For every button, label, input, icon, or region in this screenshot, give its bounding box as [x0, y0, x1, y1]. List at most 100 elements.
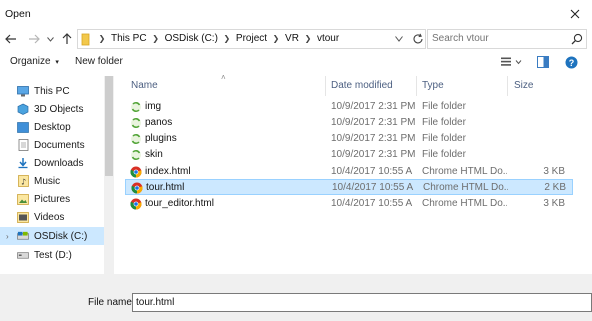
search-button[interactable]: [571, 33, 583, 48]
forward-button[interactable]: [27, 31, 41, 47]
refresh-button[interactable]: [412, 33, 424, 48]
crumb-this-pc[interactable]: This PC: [111, 33, 147, 44]
search-field[interactable]: [427, 29, 587, 49]
file-size: 3 KB: [543, 198, 565, 209]
refresh-icon: [413, 33, 423, 44]
organize-button[interactable]: Organize ▾: [10, 56, 59, 67]
filename-label: File name:: [88, 297, 135, 308]
nav-item-pictures[interactable]: Pictures: [0, 190, 104, 208]
recent-locations-button[interactable]: [43, 31, 57, 47]
column-header-date[interactable]: Date modified: [331, 80, 393, 91]
new-folder-button[interactable]: New folder: [75, 56, 123, 67]
nav-item-music[interactable]: ♪ Music: [0, 172, 104, 190]
nav-item-label: Downloads: [34, 157, 84, 169]
command-bar: Organize ▾ New folder ?: [0, 52, 592, 74]
window-title: Open: [5, 8, 31, 20]
organize-label: Organize: [10, 56, 51, 67]
file-date: 10/9/2017 2:31 PM: [331, 101, 416, 112]
file-row[interactable]: img 10/9/2017 2:31 PM File folder: [125, 99, 573, 115]
file-list: ˄ Name Date modified Type Size img 10/9/…: [116, 73, 592, 274]
column-header-name[interactable]: Name: [131, 80, 158, 91]
nav-item-documents[interactable]: Documents: [0, 136, 104, 154]
nav-item-desktop[interactable]: Desktop: [0, 118, 104, 136]
folder-sync-icon: [131, 117, 141, 129]
nav-item-label: Desktop: [34, 121, 71, 133]
nav-item-this-pc[interactable]: This PC: [0, 82, 104, 100]
nav-item-label: Music: [34, 175, 61, 187]
crumb-separator-icon[interactable]: ❯: [267, 34, 285, 43]
nav-item-label: Pictures: [34, 193, 71, 205]
svg-text:?: ?: [569, 58, 575, 68]
column-header-size[interactable]: Size: [514, 80, 533, 91]
sort-ascending-icon: ˄: [221, 73, 226, 82]
file-size: 2 KB: [544, 182, 566, 193]
filename-panel: File name:: [0, 274, 592, 321]
file-type: File folder: [422, 101, 466, 112]
path-history-button[interactable]: [395, 34, 403, 45]
file-name: tour.html: [146, 182, 185, 193]
file-date: 10/4/2017 10:55 A: [332, 182, 414, 193]
file-date: 10/4/2017 10:55 A: [331, 166, 413, 177]
crumb-vr[interactable]: VR: [285, 33, 299, 44]
nav-item-label: 3D Objects: [34, 103, 84, 115]
preview-pane-button[interactable]: [537, 56, 549, 71]
file-type: Chrome HTML Do...: [423, 182, 508, 193]
arrow-right-icon: [29, 34, 40, 44]
close-button[interactable]: [564, 4, 586, 24]
navigation-pane: This PC 3D Objects Desktop Documents Dow…: [0, 76, 116, 274]
file-row[interactable]: plugins 10/9/2017 2:31 PM File folder: [125, 131, 573, 147]
crumb-project[interactable]: Project: [236, 33, 267, 44]
crumb-separator-icon[interactable]: ❯: [93, 34, 111, 43]
file-row[interactable]: panos 10/9/2017 2:31 PM File folder: [125, 115, 573, 131]
file-row-selected[interactable]: tour.html 10/4/2017 10:55 A Chrome HTML …: [125, 179, 573, 195]
help-button[interactable]: ?: [565, 56, 578, 72]
nav-item-downloads[interactable]: Downloads: [0, 154, 104, 172]
change-view-button[interactable]: [500, 56, 522, 71]
downloads-icon: [17, 157, 29, 169]
navigation-scrollbar[interactable]: [104, 76, 114, 274]
chrome-html-icon: [130, 198, 142, 210]
pc-icon: [17, 85, 29, 97]
column-divider[interactable]: [507, 76, 508, 96]
file-type: File folder: [422, 117, 466, 128]
chevron-down-icon: ▾: [55, 59, 59, 66]
breadcrumb: ❯ This PC ❯ OSDisk (C:) ❯ Project ❯ VR ❯…: [93, 33, 340, 44]
videos-icon: [17, 211, 29, 223]
up-button[interactable]: [60, 31, 74, 47]
filename-input[interactable]: [132, 293, 592, 312]
drive-icon: [17, 249, 29, 261]
documents-icon: [17, 139, 29, 151]
back-button[interactable]: [4, 31, 18, 47]
drive-icon: [17, 230, 29, 242]
file-type: Chrome HTML Do...: [422, 166, 507, 177]
crumb-osdisk[interactable]: OSDisk (C:): [165, 33, 218, 44]
file-row[interactable]: skin 10/9/2017 2:31 PM File folder: [125, 147, 573, 163]
column-divider[interactable]: [416, 76, 417, 96]
nav-item-3d-objects[interactable]: 3D Objects: [0, 100, 104, 118]
crumb-vtour[interactable]: vtour: [317, 33, 339, 44]
chrome-html-icon: [131, 182, 143, 194]
crumb-separator-icon[interactable]: ❯: [218, 34, 236, 43]
nav-item-osdisk[interactable]: › OSDisk (C:): [0, 227, 104, 245]
crumb-separator-icon[interactable]: ❯: [299, 34, 317, 43]
address-bar: ❯ This PC ❯ OSDisk (C:) ❯ Project ❯ VR ❯…: [0, 28, 592, 50]
file-row[interactable]: index.html 10/4/2017 10:55 A Chrome HTML…: [125, 164, 573, 180]
nav-item-test-d[interactable]: Test (D:): [0, 246, 104, 264]
crumb-separator-icon[interactable]: ❯: [147, 34, 165, 43]
file-name: panos: [145, 117, 173, 128]
path-field[interactable]: ❯ This PC ❯ OSDisk (C:) ❯ Project ❯ VR ❯…: [77, 29, 426, 49]
search-icon: [571, 33, 583, 45]
arrow-up-icon: [62, 33, 72, 44]
nav-item-videos[interactable]: Videos: [0, 208, 104, 226]
file-row[interactable]: tour_editor.html 10/4/2017 10:55 A Chrom…: [125, 196, 573, 212]
column-header-type[interactable]: Type: [422, 80, 444, 91]
folder-sync-icon: [131, 133, 141, 145]
file-date: 10/9/2017 2:31 PM: [331, 149, 416, 160]
search-input[interactable]: [432, 33, 562, 44]
help-icon: ?: [565, 56, 578, 69]
column-divider[interactable]: [325, 76, 326, 96]
chevron-right-icon[interactable]: ›: [6, 232, 17, 241]
file-name: tour_editor.html: [145, 198, 214, 209]
nav-item-label: Videos: [34, 211, 65, 223]
scrollbar-thumb[interactable]: [105, 76, 113, 176]
